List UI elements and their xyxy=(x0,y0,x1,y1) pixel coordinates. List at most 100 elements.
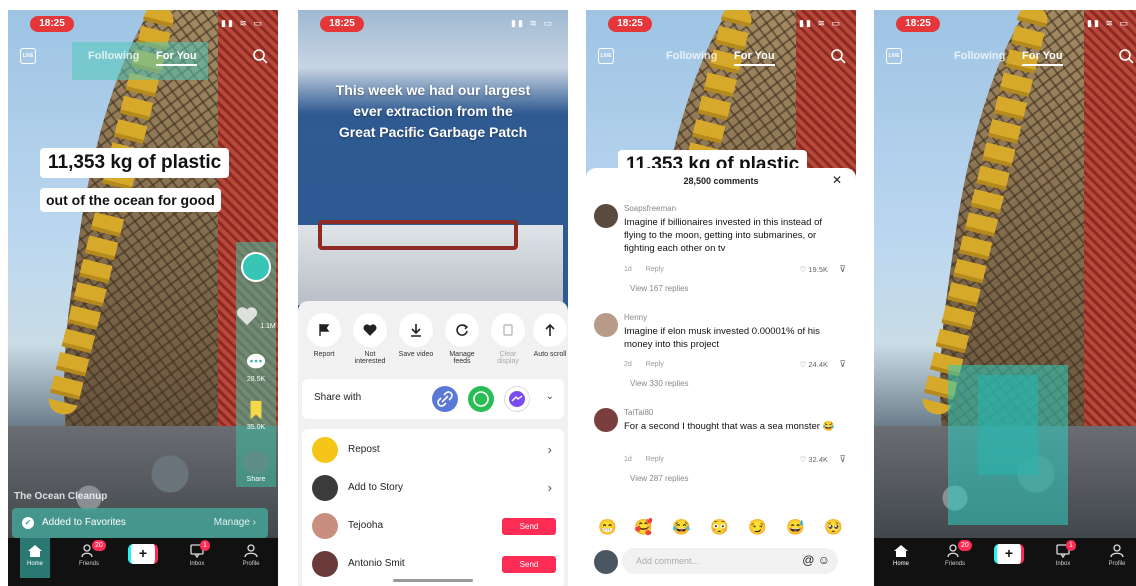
dislike-icon[interactable]: ⊽ xyxy=(839,454,846,465)
nav-home-label: Home xyxy=(892,561,909,567)
tab-for-you[interactable]: For You xyxy=(1022,50,1063,66)
commenter-name[interactable]: TaiTai80 xyxy=(624,408,653,417)
share-sheet: Report Not interested Save video Manage … xyxy=(298,301,568,586)
comment-like-count: 19.5K xyxy=(808,265,828,274)
action-manage-feeds[interactable]: Manage feeds xyxy=(442,313,482,365)
action-not-interested[interactable]: Not interested xyxy=(350,313,390,365)
toast-manage-label: Manage xyxy=(213,517,250,528)
whatsapp-icon[interactable] xyxy=(468,386,494,412)
toast-manage-link[interactable]: Manage › xyxy=(214,517,256,528)
messenger-icon[interactable] xyxy=(504,386,530,412)
nav-inbox[interactable]: Inbox 1 xyxy=(174,540,220,567)
dislike-icon[interactable]: ⊽ xyxy=(839,359,846,370)
nav-inbox-label: Inbox xyxy=(189,561,205,567)
comment-like[interactable]: ♡ 19.5K xyxy=(800,265,828,274)
search-icon[interactable] xyxy=(1118,48,1134,64)
action-auto-scroll[interactable]: Auto scroll xyxy=(530,313,568,358)
mention-icon[interactable]: @ xyxy=(802,553,814,567)
comment-button[interactable]: 28.5K xyxy=(236,352,276,383)
copy-link-icon[interactable] xyxy=(432,386,458,412)
search-icon[interactable] xyxy=(830,48,846,64)
view-replies[interactable]: View 330 replies xyxy=(630,379,689,388)
video-feed-panel-1: 18:25 ▮▮ ≋ ▭ LIVE Following For You 11,3… xyxy=(8,10,278,586)
commenter-avatar[interactable] xyxy=(594,204,618,228)
tab-following[interactable]: Following xyxy=(666,50,717,62)
emoji-button[interactable]: 😂 xyxy=(672,518,691,536)
tab-following[interactable]: Following xyxy=(88,50,139,62)
emoji-button[interactable]: 🥰 xyxy=(634,518,653,536)
reply-button[interactable]: Reply xyxy=(646,456,664,463)
live-icon[interactable]: LIVE xyxy=(20,48,36,64)
creator-avatar[interactable] xyxy=(236,252,276,282)
commenter-name[interactable]: Soapsfreeman xyxy=(624,204,676,213)
status-time: 18:25 xyxy=(608,16,652,32)
search-icon[interactable] xyxy=(252,48,268,64)
close-icon[interactable]: ✕ xyxy=(832,173,842,187)
nav-profile-label: Profile xyxy=(1108,561,1126,567)
comment-text: Imagine if billionaires invested in this… xyxy=(624,217,823,254)
status-bar: 18:25 ▮▮ ≋ ▭ xyxy=(8,10,278,36)
nav-friends[interactable]: Friends 20 xyxy=(66,540,112,567)
create-button[interactable]: + xyxy=(128,544,158,564)
friends-badge: 20 xyxy=(92,540,106,551)
add-comment-input[interactable]: Add comment... @ ☺ xyxy=(622,548,838,574)
share-button[interactable]: Share xyxy=(236,450,276,483)
create-button[interactable]: + xyxy=(994,544,1024,564)
tab-following[interactable]: Following xyxy=(954,50,1005,62)
dislike-icon[interactable]: ⊽ xyxy=(839,264,846,275)
emoji-button[interactable]: 😳 xyxy=(710,518,729,536)
row-repost[interactable]: Repost › xyxy=(302,431,564,469)
action-report[interactable]: Report xyxy=(304,313,344,358)
friend-name: Antonio Smit xyxy=(348,558,405,569)
emoji-picker-icon[interactable]: ☺ xyxy=(818,553,830,567)
emoji-button[interactable]: 😅 xyxy=(786,518,805,536)
friends-badge: 20 xyxy=(958,540,972,551)
inbox-badge: 1 xyxy=(200,540,210,551)
comments-title: 28,500 comments xyxy=(683,176,759,186)
broken-heart-icon xyxy=(363,324,377,336)
nav-inbox[interactable]: Inbox 1 xyxy=(1040,540,1086,567)
commenter-avatar[interactable] xyxy=(594,408,618,432)
live-icon[interactable]: LIVE xyxy=(886,48,902,64)
comment-like[interactable]: ♡ 32.4K xyxy=(800,455,828,464)
reply-button[interactable]: Reply xyxy=(646,361,664,368)
comment-like[interactable]: ♡ 24.4K xyxy=(800,360,828,369)
row-friend-antonio: Antonio Smit Send xyxy=(302,545,564,583)
nav-friends[interactable]: Friends 20 xyxy=(932,540,978,567)
view-replies[interactable]: View 167 replies xyxy=(630,284,689,293)
reply-button[interactable]: Reply xyxy=(646,266,664,273)
action-save-video-label: Save video xyxy=(398,351,434,358)
action-clear-display[interactable]: Clear display xyxy=(488,313,528,365)
nav-profile[interactable]: Profile xyxy=(228,544,274,567)
tab-for-you[interactable]: For You xyxy=(156,50,197,66)
like-button[interactable]: 1.1M xyxy=(236,306,276,330)
send-button[interactable]: Send xyxy=(502,518,556,535)
emoji-button[interactable]: 🥺 xyxy=(824,518,843,536)
comment-age: 1d xyxy=(624,266,632,273)
send-button[interactable]: Send xyxy=(502,556,556,573)
bottom-nav: Home Friends 20 + Inbox 1 Profile xyxy=(8,538,278,586)
commenter-avatar[interactable] xyxy=(594,313,618,337)
emoji-button[interactable]: 😁 xyxy=(598,518,617,536)
tab-for-you[interactable]: For You xyxy=(734,50,775,66)
status-icons: ▮▮ ≋ ▭ xyxy=(1087,18,1130,28)
action-not-interested-label: Not interested xyxy=(354,351,386,365)
status-bar: 18:25 ▮▮ ≋ ▭ xyxy=(874,10,1136,36)
top-nav: LIVE Following For You xyxy=(586,46,856,70)
channel-name[interactable]: The Ocean Cleanup xyxy=(14,491,107,502)
row-add-to-story[interactable]: Add to Story › xyxy=(302,469,564,507)
favorite-button[interactable]: 35.0K xyxy=(236,400,276,431)
view-replies[interactable]: View 287 replies xyxy=(630,474,689,483)
live-icon[interactable]: LIVE xyxy=(598,48,614,64)
chevron-down-icon[interactable]: ⌄ xyxy=(546,391,554,402)
comment-text: For a second I thought that was a sea mo… xyxy=(624,421,835,432)
nav-home[interactable]: Home xyxy=(12,538,58,578)
nav-home[interactable]: Home xyxy=(878,544,924,567)
nav-profile[interactable]: Profile xyxy=(1094,544,1136,567)
action-save-video[interactable]: Save video xyxy=(396,313,436,358)
action-auto-scroll-label: Auto scroll xyxy=(533,351,567,358)
emoji-button[interactable]: 😏 xyxy=(748,518,767,536)
commenter-name[interactable]: Henny xyxy=(624,313,647,322)
side-actions: 1.1M 28.5K 35.0K Share xyxy=(236,242,276,487)
headline-line-2: ever extraction from the xyxy=(353,103,513,119)
